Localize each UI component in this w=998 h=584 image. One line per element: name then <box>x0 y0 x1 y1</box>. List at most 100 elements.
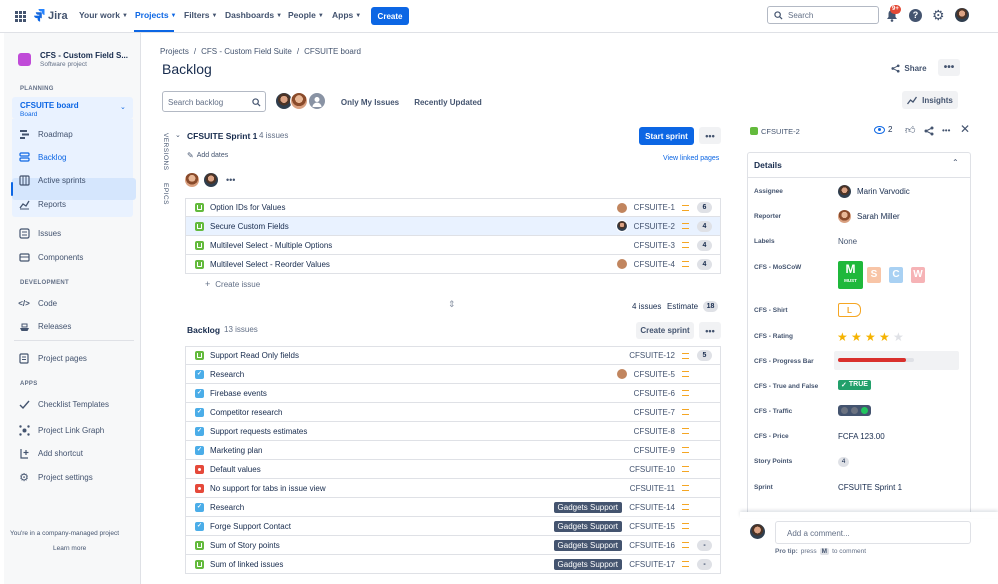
sidebar-item-roadmap[interactable]: Roadmap <box>18 128 73 140</box>
issue-key[interactable]: CFSUITE-10 <box>629 465 675 474</box>
issue-row[interactable]: Secure Custom Fields CFSUITE-2 4 <box>185 217 721 236</box>
issue-row[interactable]: Sum of Story points Gadgets Support CFSUIT… <box>185 536 721 555</box>
sprint-more-button[interactable]: ••• <box>699 127 721 144</box>
breadcrumb-project[interactable]: CFS - Custom Field Suite <box>201 47 292 56</box>
project-name[interactable]: CFS - Custom Field S... <box>40 51 128 60</box>
sidebar-item-backlog[interactable]: Backlog <box>18 151 66 163</box>
issue-key[interactable]: CFSUITE-5 <box>634 370 675 379</box>
sidebar-item-components[interactable]: Components <box>18 251 83 263</box>
epic-label[interactable]: Gadgets Support <box>553 520 622 532</box>
issue-key[interactable]: CFSUITE-6 <box>634 389 675 398</box>
sidebar-item-project-pages[interactable]: Project pages <box>18 352 87 364</box>
assignee-avatar[interactable] <box>616 368 628 380</box>
story-points-badge[interactable]: 5 <box>697 350 712 361</box>
nav-apps[interactable]: Apps ▼ <box>332 10 361 20</box>
board-selector[interactable]: CFSUITE board Board ⌄ <box>12 97 133 119</box>
empty-star-icon[interactable]: ★ <box>893 330 904 344</box>
recently-updated-filter[interactable]: Recently Updated <box>410 93 486 111</box>
moscow-could-tile[interactable]: C <box>889 267 903 283</box>
backlog-more-button[interactable]: ••• <box>699 322 721 339</box>
issue-row[interactable]: Support Read Only fields CFSUITE-12 5 <box>185 346 721 365</box>
comment-input[interactable]: Add a comment... <box>775 521 971 544</box>
shirt-tag[interactable]: L <box>838 303 861 317</box>
epic-label[interactable]: Gadgets Support <box>553 501 622 513</box>
versions-panel-toggle[interactable]: VERSIONS <box>162 133 169 171</box>
jira-logo[interactable]: Jira <box>34 9 68 22</box>
issue-key[interactable]: CFSUITE-8 <box>634 427 675 436</box>
learn-more-link[interactable]: Learn more <box>53 545 86 552</box>
sidebar-item-project-link-graph[interactable]: Project Link Graph <box>18 424 104 436</box>
issue-key[interactable]: CFSUITE-11 <box>630 484 675 493</box>
moscow-must-tile[interactable]: M MUST <box>838 261 863 289</box>
issue-row[interactable]: No support for tabs in issue view CFSUITE… <box>185 479 721 498</box>
issue-key[interactable]: CFSUITE-12 <box>629 351 675 360</box>
story-points-badge[interactable]: 4 <box>697 239 712 251</box>
truefalse-badge[interactable]: ✓ TRUE <box>838 380 871 390</box>
sprint-collapse-chevron-icon[interactable]: ⌄ <box>175 131 181 139</box>
breadcrumb-projects[interactable]: Projects <box>160 47 189 56</box>
story-points-badge[interactable]: - <box>697 558 712 570</box>
details-header[interactable]: Details ⌃ <box>747 152 971 178</box>
issue-key[interactable]: CFSUITE-16 <box>629 541 675 550</box>
nav-filters[interactable]: Filters ▼ <box>184 10 217 20</box>
assignee-value[interactable]: Marin Varvodic <box>857 187 910 196</box>
traffic-light[interactable] <box>838 405 871 416</box>
issue-row[interactable]: Marketing planCFSUITE-9 <box>185 441 721 460</box>
more-icon[interactable]: ••• <box>226 175 235 185</box>
view-linked-pages-link[interactable]: View linked pages <box>663 155 719 162</box>
add-dates-link[interactable]: ✎ Add dates <box>187 151 228 160</box>
drag-handle-icon[interactable]: ⇕ <box>448 299 456 310</box>
sidebar-item-issues[interactable]: Issues <box>18 227 61 239</box>
issue-row[interactable]: Default values CFSUITE-10 <box>185 460 721 479</box>
issue-key[interactable]: CFSUITE-17 <box>629 560 675 569</box>
progress-field[interactable] <box>834 351 959 370</box>
nav-dashboards[interactable]: Dashboards ▼ <box>225 10 282 20</box>
moscow-wont-tile[interactable]: W <box>911 267 925 283</box>
story-points-badge[interactable]: - <box>697 539 712 551</box>
issue-key[interactable]: CFSUITE-4 <box>634 260 675 269</box>
issue-row[interactable]: Support requests estimatesCFSUITE-8 <box>185 422 721 441</box>
nav-people[interactable]: People ▼ <box>288 10 324 20</box>
create-issue-button[interactable]: + Create issue <box>205 279 260 289</box>
backlog-search-input[interactable]: Search backlog <box>162 91 266 112</box>
issue-row[interactable]: Sum of linked issues Gadgets Support CFSUI… <box>185 555 721 574</box>
assignee-avatar[interactable] <box>616 202 628 214</box>
sprint-assignee-avatar[interactable] <box>204 173 218 187</box>
breadcrumb-board[interactable]: CFSUITE board <box>304 47 361 56</box>
sidebar-item-releases[interactable]: Releases <box>18 320 71 332</box>
filled-star-icon[interactable]: ★ <box>879 330 890 344</box>
epic-label[interactable]: Gadgets Support <box>553 539 622 551</box>
moscow-should-tile[interactable]: S <box>867 267 881 283</box>
sprint-value[interactable]: CFSUITE Sprint 1 <box>838 483 902 492</box>
issue-key[interactable]: CFSUITE-9 <box>634 446 675 455</box>
nav-your-work[interactable]: Your work ▼ <box>79 10 128 20</box>
help-icon[interactable]: ? <box>909 9 922 22</box>
sidebar-item-add-shortcut[interactable]: Add shortcut <box>18 447 83 459</box>
assignee-avatar[interactable] <box>616 258 628 270</box>
filled-star-icon[interactable]: ★ <box>865 330 876 344</box>
issue-row[interactable]: Forge Support ContactGadgets SupportCFSU… <box>185 517 721 536</box>
watch-button[interactable]: 2 <box>874 125 892 134</box>
start-sprint-button[interactable]: Start sprint <box>639 127 694 145</box>
issue-key[interactable]: CFSUITE-14 <box>629 503 675 512</box>
price-value[interactable]: FCFA 123.00 <box>838 432 885 441</box>
profile-avatar[interactable] <box>955 8 969 22</box>
share-button[interactable]: Share <box>887 60 931 76</box>
issue-key[interactable]: CFSUITE-3 <box>634 241 675 250</box>
epics-panel-toggle[interactable]: EPICS <box>162 183 169 205</box>
story-points-badge[interactable]: 4 <box>697 258 712 270</box>
issue-key-link[interactable]: CFSUITE-2 <box>761 127 800 136</box>
assignee-avatar[interactable] <box>616 220 628 232</box>
issue-row[interactable]: ResearchGadgets SupportCFSUITE-14 <box>185 498 721 517</box>
settings-gear-icon[interactable]: ⚙ <box>932 7 945 23</box>
create-button[interactable]: Create <box>371 7 409 25</box>
issue-key[interactable]: CFSUITE-2 <box>634 222 675 231</box>
story-points-badge[interactable]: 6 <box>697 202 712 213</box>
insights-button[interactable]: Insights <box>902 91 958 109</box>
reporter-value[interactable]: Sarah Miller <box>857 212 900 221</box>
sidebar-item-code[interactable]: </> Code <box>18 297 57 309</box>
issue-row[interactable]: Multilevel Select - Reorder Values CFSUIT… <box>185 255 721 274</box>
assignee-filter-avatar[interactable] <box>290 92 308 110</box>
only-my-issues-filter[interactable]: Only My Issues <box>337 93 403 111</box>
nav-projects[interactable]: Projects ▼ <box>135 10 177 20</box>
